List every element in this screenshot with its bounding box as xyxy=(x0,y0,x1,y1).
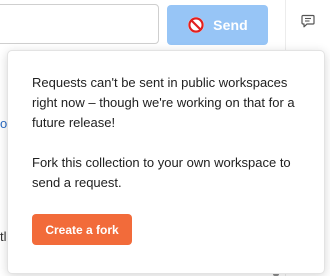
create-fork-button[interactable]: Create a fork xyxy=(32,214,132,245)
send-button[interactable]: Send xyxy=(167,5,268,45)
request-url-input[interactable] xyxy=(0,4,159,44)
request-builder: Send o tl Requests can't be sent in publ… xyxy=(0,0,330,276)
background-text-fragment: tl xyxy=(0,229,7,244)
popover-message-restriction: Requests can't be sent in public workspa… xyxy=(32,75,295,130)
comment-icon[interactable] xyxy=(300,13,316,29)
ban-icon xyxy=(188,17,205,33)
popover-message-fork-hint: Fork this collection to your own workspa… xyxy=(32,155,291,190)
public-workspace-popover: Requests can't be sent in public workspa… xyxy=(7,50,325,274)
send-button-label: Send xyxy=(213,17,248,33)
